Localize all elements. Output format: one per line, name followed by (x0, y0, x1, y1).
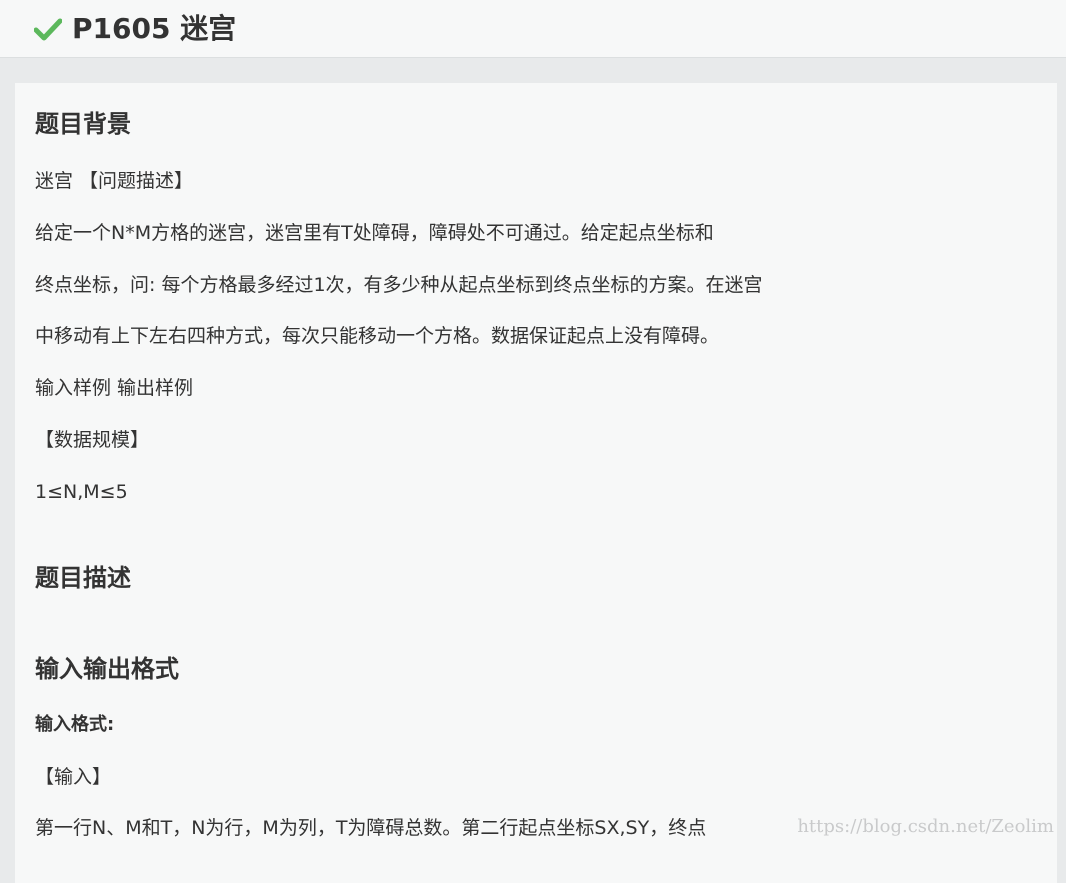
paragraph: 终点坐标，问: 每个方格最多经过1次，有多少种从起点坐标到终点坐标的方案。在迷宫 (35, 274, 763, 296)
paragraph: 【数据规模】 (35, 429, 150, 451)
paragraph: 给定一个N*M方格的迷宫，迷宫里有T处障碍，障碍处不可通过。给定起点坐标和 (35, 222, 714, 244)
check-icon (33, 17, 63, 41)
input-format-label: 输入格式: (35, 714, 115, 735)
paragraph: 【输入】 (35, 766, 112, 788)
paragraph: 第一行N、M和T，N为行，M为列，T为障碍总数。第二行起点坐标SX,SY，终点 (35, 817, 707, 839)
paragraph: 迷宫 【问题描述】 (35, 170, 194, 192)
section-heading-background: 题目背景 (35, 110, 131, 138)
section-heading-description: 题目描述 (35, 564, 131, 592)
section-heading-io-format: 输入输出格式 (35, 655, 179, 683)
page-title: P1605 迷宫 (72, 12, 237, 45)
paragraph: 中移动有上下左右四种方式，每次只能移动一个方格。数据保证起点上没有障碍。 (35, 325, 720, 347)
problem-content: 题目背景 迷宫 【问题描述】 给定一个N*M方格的迷宫，迷宫里有T处障碍，障碍处… (15, 83, 1057, 883)
paragraph: 1≤N,M≤5 (35, 481, 128, 503)
paragraph: 输入样例 输出样例 (35, 377, 194, 399)
watermark: https://blog.csdn.net/Zeolim (797, 816, 1054, 837)
problem-header: P1605 迷宫 (0, 0, 1066, 58)
